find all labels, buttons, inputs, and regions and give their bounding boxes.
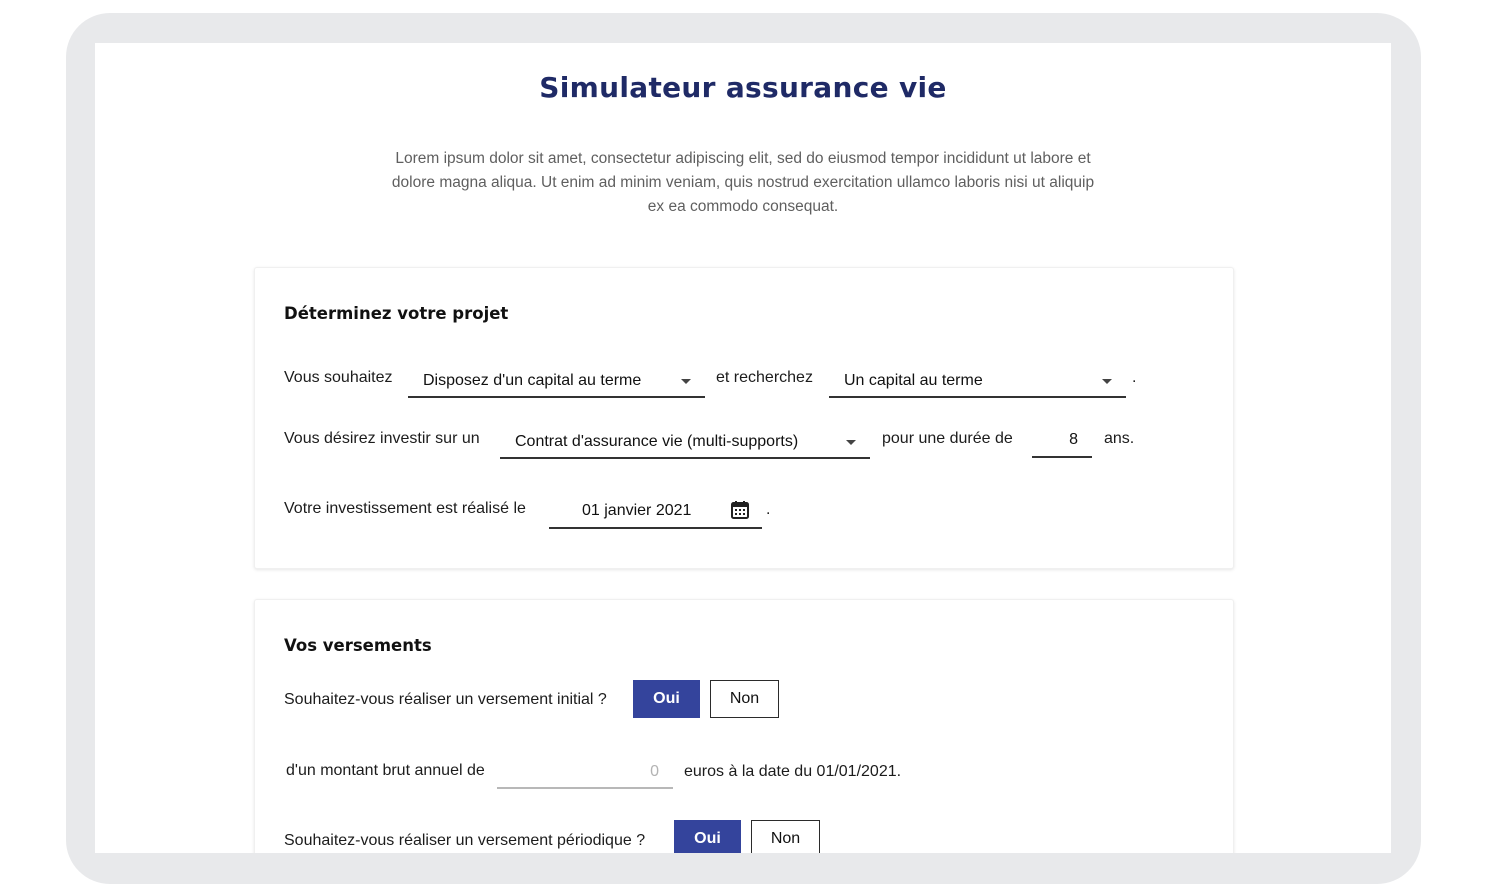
montant-input[interactable]: 0	[497, 757, 673, 789]
initial-no-button[interactable]: Non	[710, 680, 779, 718]
duree-value: 8	[1069, 431, 1078, 448]
chevron-down-icon	[1102, 379, 1112, 384]
versements-title: Vos versements	[284, 636, 432, 655]
recherche-label: et recherchez	[716, 369, 813, 386]
duree-unit: ans.	[1104, 430, 1135, 447]
souhait-label: Vous souhaitez	[284, 369, 393, 386]
contrat-select[interactable]: Contrat d'assurance vie (multi-supports)	[500, 429, 870, 459]
duree-input[interactable]: 8	[1032, 426, 1092, 458]
row3-period: .	[766, 501, 771, 518]
initial-yes-button[interactable]: Oui	[633, 680, 700, 718]
recherche-select[interactable]: Un capital au terme	[829, 368, 1126, 398]
souhait-select[interactable]: Disposez d'un capital au terme	[408, 368, 705, 398]
page-title: Simulateur assurance vie	[539, 71, 947, 104]
intro-text: Lorem ipsum dolor sit amet, consectetur …	[391, 150, 1095, 215]
montant-value: 0	[650, 763, 659, 780]
recherche-value: Un capital au terme	[844, 372, 983, 389]
versements-card: Vos versements Souhaitez-vous réaliser u…	[254, 599, 1234, 853]
date-label: Votre investissement est réalisé le	[284, 500, 526, 517]
contrat-value: Contrat d'assurance vie (multi-supports)	[515, 433, 799, 450]
montant-label: d'un montant brut annuel de	[286, 762, 485, 779]
date-value: 01 janvier 2021	[582, 502, 692, 519]
periodique-yes-button[interactable]: Oui	[674, 820, 741, 853]
projet-title: Déterminez votre projet	[284, 304, 509, 323]
date-input[interactable]: 01 janvier 2021	[549, 497, 762, 529]
investir-label: Vous désirez investir sur un	[284, 430, 480, 447]
periodique-question: Souhaitez-vous réaliser un versement pér…	[284, 832, 646, 849]
duree-label: pour une durée de	[882, 430, 1013, 447]
montant-suffix: euros à la date du 01/01/2021.	[684, 763, 902, 780]
souhait-value: Disposez d'un capital au terme	[423, 372, 642, 389]
initial-question: Souhaitez-vous réaliser un versement ini…	[284, 691, 607, 708]
page-screen: Simulateur assurance vie Lorem ipsum dol…	[95, 43, 1391, 853]
chevron-down-icon	[681, 379, 691, 384]
chevron-down-icon	[846, 440, 856, 445]
periodique-no-button[interactable]: Non	[751, 820, 820, 853]
projet-card: Déterminez votre projet Vous souhaitez D…	[254, 267, 1234, 569]
calendar-icon[interactable]	[730, 500, 750, 520]
row1-period: .	[1132, 369, 1137, 386]
